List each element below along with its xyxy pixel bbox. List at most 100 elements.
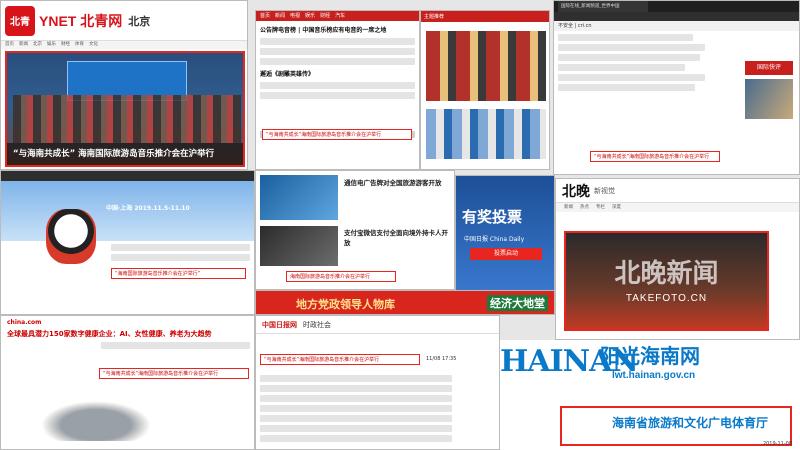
text-line [260,92,415,99]
portal-headline[interactable]: 邂逅《剧雕英雄传》 [260,69,415,78]
text-line [260,385,452,392]
beiwan-header: 北晚 新视觉 [556,179,799,203]
portal-nav-item[interactable]: 首页 [260,11,270,21]
chinacom-highlight-link[interactable]: “与海南共成长”海南国际旅游岛音乐推介会在沪举行 [99,368,249,379]
beiwan-screenshot: 北晚 新视觉 新闻 热点 专栏 深度 北晚新闻 TAKEFOTO.CN [555,178,800,340]
section-title: 时政社会 [303,320,331,329]
text-line [260,58,415,65]
ynet-city: 北京 [128,14,151,28]
tech-highlight-link[interactable]: 海南国际旅游岛音乐推介会在沪举行 [286,271,396,282]
group-photo [13,95,241,143]
watermark: 北晚新闻 [614,259,719,289]
browser-chrome [1,171,254,181]
portal-nav: 首页 新闻 电视 娱乐 财经 汽车 [256,11,419,21]
party-banner-tag: 经济大地堂 [487,295,548,311]
portal-nav-item[interactable]: 电视 [290,11,300,21]
ynet-screenshot: 北青 YNET 北青网 北京 首页 新闻 北京 娱乐 财经 体育 文化 “与海南… [0,0,248,170]
beiwan-nav-item[interactable]: 专栏 [596,203,605,212]
ynet-brand[interactable]: YNET 北青网 [39,11,122,31]
vote-subtitle: 中国日报 China Daily [464,236,525,243]
chinadaily-screenshot: 中国日报网 时政社会 “与海南共成长”海南国际旅游岛音乐推介会在沪举行 11/0… [255,315,500,450]
text-line [558,84,696,91]
ynet-nav-item[interactable]: 体育 [75,41,84,49]
promo-poster[interactable] [426,31,546,101]
portal-highlight-link[interactable]: “与海南共成长”海南国际旅游岛音乐推介会在沪举行 [262,129,412,140]
hainan-url[interactable]: lwt.hainan.gov.cn [612,370,695,381]
ynet-logo[interactable]: 北青 [5,5,35,36]
text-line [260,395,452,402]
chinacom-headline[interactable]: 全球最具潜力150家数字健康企业：AI、女性健康、养老为大趋势 [1,329,254,339]
hainan-overlay: HAINAN 阳光海南网 lwt.hainan.gov.cn 海南省旅游和文化广… [500,340,800,450]
ynet-nav-item[interactable]: 娱乐 [47,41,56,49]
portal-headline[interactable]: 公告牌电音榜 | 中国音乐榜应有电音的一席之地 [260,25,415,34]
text-line [260,38,415,45]
promo-banner[interactable]: 主题推荐 [421,11,549,22]
chinadaily-header: 中国日报网 时政社会 [256,316,499,334]
ynet-nav-item[interactable]: 北京 [33,41,42,49]
text-line [558,54,701,61]
promo-poster[interactable] [426,109,546,159]
portal-nav-item[interactable]: 娱乐 [305,11,315,21]
portal-nav-item[interactable]: 新闻 [275,11,285,21]
expo-highlight-link[interactable]: “海南国际旅游岛音乐推介会在沪举行” [111,268,246,279]
ynet-nav: 首页 新闻 北京 娱乐 财经 体育 文化 [1,41,247,49]
portal-nav-item[interactable]: 财经 [320,11,330,21]
cri-thumbnail[interactable] [745,79,793,119]
ynet-nav-item[interactable]: 新闻 [19,41,28,49]
chinacom-logo[interactable]: china.com [1,316,254,329]
news-portal-screenshot: 首页 新闻 电视 娱乐 财经 汽车 公告牌电音榜 | 中国音乐榜应有电音的一席之… [255,10,420,170]
text-line [558,44,705,51]
tech-image[interactable] [260,175,338,220]
text-line [260,405,452,412]
ynet-nav-item[interactable]: 首页 [5,41,14,49]
ynet-hero-caption[interactable]: “与海南共成长” 海南国际旅游岛音乐推介会在沪举行 [7,143,243,165]
beiwan-logo[interactable]: 北晚 [562,181,590,201]
ynet-hero-image[interactable]: “与海南共成长” 海南国际旅游岛音乐推介会在沪举行 [5,51,245,167]
browser-tabbar: 国际在线_新闻频道_世界中国 [554,1,799,12]
portal-nav-item[interactable]: 汽车 [335,11,345,21]
browser-tab[interactable]: 国际在线_新闻频道_世界中国 [558,1,648,12]
ynet-nav-item[interactable]: 财经 [61,41,70,49]
party-banner[interactable]: 地方党政领导人物库 经济大地堂 [255,290,555,315]
beiwan-nav-item[interactable]: 深度 [612,203,621,212]
cri-badge[interactable]: 国际快评 [745,61,793,75]
browser-chrome: 国际在线_新闻频道_世界中国 [554,1,799,21]
beiwan-nav: 新闻 热点 专栏 深度 [556,203,799,212]
tech-news-screenshot: 通信电广告牌对全国旅游游客开放 支付宝微信支付全面向境外持卡人开放 海南国际旅游… [255,170,455,290]
chinadaily-logo[interactable]: 中国日报网 [262,320,297,330]
ynet-nav-item[interactable]: 文化 [89,41,98,49]
cri-highlight-link[interactable]: “与海南共成长”海南国际旅游岛音乐推介会在沪举行 [590,151,720,162]
sunny-hainan-title: 阳光海南网 [600,344,700,368]
cri-screenshot: 国际在线_新闻频道_世界中国 不安全 | cri.cn “与海南共成长”海南国际… [553,0,800,175]
text-line [558,74,705,81]
party-banner-title: 地方党政领导人物库 [296,298,395,311]
text-line [260,425,452,432]
text-line [260,82,415,89]
chinacom-screenshot: china.com 全球最具潜力150家数字健康企业：AI、女性健康、养老为大趋… [0,315,255,450]
beiwan-nav-item[interactable]: 热点 [580,203,589,212]
text-line [111,244,250,251]
beiwan-feature-image[interactable]: 北晚新闻 TAKEFOTO.CN [564,231,769,331]
vote-button[interactable]: 投票启动 [470,248,542,260]
news-date: 11/08 17:35 [426,356,457,362]
address-bar[interactable]: 不安全 | cri.cn [554,21,799,31]
text-line [101,342,250,349]
beiwan-nav-item[interactable]: 新闻 [564,203,573,212]
tech-headline[interactable]: 通信电广告牌对全国旅游游客开放 [344,177,442,187]
panda-mascot [46,209,96,264]
tech-image[interactable] [260,226,338,266]
text-line [260,375,452,382]
news-list [256,372,456,445]
promo-screenshot: 主题推荐 [420,10,550,170]
car-image [41,401,151,441]
chinadaily-highlight-link[interactable]: “与海南共成长”海南国际旅游岛音乐推介会在沪举行 [260,354,420,365]
vote-ad-screenshot: 有奖投票 中国日报 China Daily 投票启动 [455,175,555,295]
watermark-url: TAKEFOTO.CN [625,293,708,304]
vote-title: 有奖投票 [462,208,523,226]
text-line [260,48,415,55]
tech-headline[interactable]: 支付宝微信支付全面向境外持卡人开放 [344,227,454,247]
expo-screenshot: 中国·上海 2019.11.5-11.10 “海南国际旅游岛音乐推介会在沪举行” [0,170,255,315]
text-line [260,415,452,422]
text-line [558,64,686,71]
expo-date: 中国·上海 2019.11.5-11.10 [106,205,190,212]
